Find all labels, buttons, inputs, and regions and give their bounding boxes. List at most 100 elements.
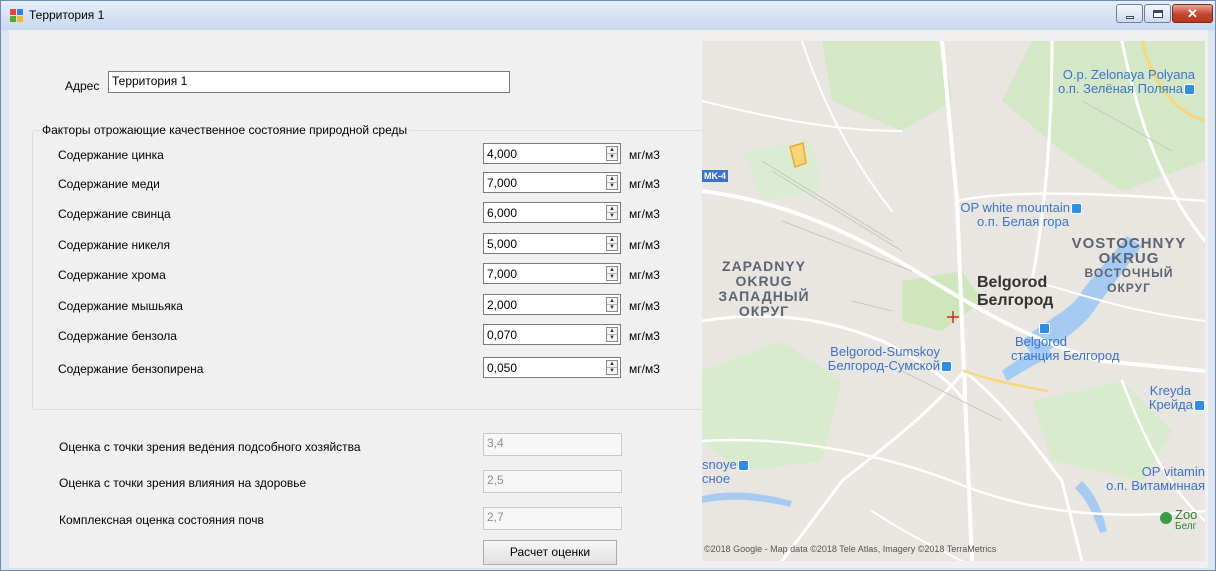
map-label-text: Belgorod: [1015, 334, 1068, 349]
factors-groupbox: Факторы отрожающие качественное состояни…: [32, 123, 704, 410]
result-field-farming[interactable]: 3,4: [483, 433, 622, 456]
map-label-text: станция Белгород: [1011, 348, 1120, 363]
map-label-text: сное: [702, 471, 731, 486]
map-label-text: о.п. Витаминная: [1106, 478, 1205, 493]
station-icon: [737, 460, 749, 472]
result-label-farming: Оценка с точки зрения ведения подсобного…: [59, 440, 361, 454]
factor-value: 7,000: [487, 267, 518, 281]
map-label-text: Belgorod: [977, 274, 1048, 291]
factor-stepper[interactable]: 4,000 ▲ ▼: [483, 143, 621, 164]
map-label-text: Belgorod-Sumskoy: [830, 344, 940, 359]
address-label: Адрес: [65, 79, 100, 93]
close-icon: ✕: [1187, 6, 1198, 21]
map-label-zapadnyy: ZAPADNYY OKRUG ЗАПАДНЫЙ ОКРУГ: [714, 259, 814, 319]
factors-group-title: Факторы отрожающие качественное состояни…: [40, 123, 410, 137]
spin-arrows-icon[interactable]: ▲ ▼: [606, 360, 618, 375]
factor-label: Содержание цинка: [58, 148, 164, 162]
map-label-sumskoy[interactable]: Belgorod-Sumskoy Белгород-Сумской: [792, 345, 952, 373]
factor-label: Содержание никеля: [58, 238, 170, 252]
factor-row-copper: Содержание меди 7,000 ▲ ▼ мг/м3: [33, 172, 703, 194]
unit-label: мг/м3: [629, 207, 660, 221]
factor-value: 6,000: [487, 206, 518, 220]
factor-label: Содержание хрома: [58, 268, 166, 282]
spin-arrows-icon[interactable]: ▲ ▼: [606, 205, 618, 220]
map-view[interactable]: MK-4 O.p. Zelonaya Polyana о.п. Зелёная …: [702, 41, 1205, 561]
factor-row-benzene: Содержание бензола 0,070 ▲ ▼ мг/м3: [33, 324, 703, 346]
result-field-health[interactable]: 2,5: [483, 470, 622, 493]
map-label-text: ОКРУГ: [1107, 281, 1151, 295]
factor-row-chromium: Содержание хрома 7,000 ▲ ▼ мг/м3: [33, 263, 703, 285]
station-icon: [1071, 203, 1082, 215]
spin-arrows-icon[interactable]: ▲ ▼: [606, 175, 618, 190]
unit-label: мг/м3: [629, 177, 660, 191]
spin-arrows-icon[interactable]: ▲ ▼: [606, 327, 618, 342]
map-label-zoo[interactable]: Zoo Белг: [1160, 508, 1197, 533]
factor-label: Содержание мышьяка: [58, 299, 183, 313]
map-label-text: Крейда: [1148, 397, 1193, 412]
factor-value: 7,000: [487, 176, 518, 190]
map-label-text: о.п. Зелёная Поляна: [1058, 81, 1183, 96]
factor-row-nickel: Содержание никеля 5,000 ▲ ▼ мг/м3: [33, 233, 703, 255]
factor-stepper[interactable]: 7,000 ▲ ▼: [483, 172, 621, 193]
map-label-text: Белгород: [977, 292, 1054, 309]
factor-row-lead: Содержание свинца 6,000 ▲ ▼ мг/м3: [33, 202, 703, 224]
factor-stepper[interactable]: 7,000 ▲ ▼: [483, 263, 621, 284]
factor-stepper[interactable]: 6,000 ▲ ▼: [483, 202, 621, 223]
unit-label: мг/м3: [629, 362, 660, 376]
factor-stepper[interactable]: 0,070 ▲ ▼: [483, 324, 621, 345]
maximize-button[interactable]: [1144, 4, 1171, 23]
factor-value: 4,000: [487, 147, 518, 161]
calculate-button[interactable]: Расчет оценки: [483, 540, 617, 565]
zoo-icon: [1160, 512, 1172, 524]
road-sign: MK-4: [702, 170, 728, 182]
map-label-text: snoye: [702, 457, 737, 472]
spin-arrows-icon[interactable]: ▲ ▼: [606, 146, 618, 161]
spin-arrows-icon[interactable]: ▲ ▼: [606, 297, 618, 312]
factor-value: 5,000: [487, 237, 518, 251]
map-label-kreyda[interactable]: Kreyda Крейда: [1115, 384, 1205, 412]
map-label-snoye[interactable]: snoye сное: [702, 458, 749, 486]
address-input[interactable]: Территория 1: [108, 71, 510, 93]
factor-row-zinc: Содержание цинка 4,000 ▲ ▼ мг/м3: [33, 143, 703, 165]
map-label-text: OP white mountain: [960, 200, 1070, 215]
map-label-text: OKRUG: [1098, 250, 1160, 267]
factor-value: 0,050: [487, 361, 518, 375]
unit-label: мг/м3: [629, 148, 660, 162]
map-label-text: ЗАПАДНЫЙ: [718, 288, 810, 304]
window-title: Территория 1: [29, 8, 105, 22]
result-field-complex[interactable]: 2,7: [483, 507, 622, 530]
map-label-station[interactable]: Belgorod станция Белгород: [1011, 321, 1119, 363]
factor-label: Содержание меди: [58, 177, 160, 191]
map-label-text: OP vitamin: [1141, 464, 1205, 479]
station-icon: [1039, 323, 1050, 335]
factor-label: Содержание свинца: [58, 207, 171, 221]
map-label-text: ОКРУГ: [738, 303, 790, 319]
map-label-vitamin[interactable]: OP vitamin о.п. Витаминная: [1065, 465, 1205, 493]
spin-arrows-icon[interactable]: ▲ ▼: [606, 266, 618, 281]
title-bar[interactable]: Территория 1 ✕: [1, 1, 1215, 30]
map-label-white-mountain[interactable]: OP white mountain о.п. Белая гора: [882, 201, 1082, 229]
station-icon: [941, 361, 952, 373]
map-label-zelonaya[interactable]: O.p. Zelonaya Polyana о.п. Зелёная Полян…: [952, 68, 1195, 96]
factor-stepper[interactable]: 2,000 ▲ ▼: [483, 294, 621, 315]
factor-value: 2,000: [487, 298, 518, 312]
map-label-text: VOSTOCHNYY: [1071, 235, 1187, 252]
unit-label: мг/м3: [629, 329, 660, 343]
factor-stepper[interactable]: 5,000 ▲ ▼: [483, 233, 621, 254]
station-icon: [1194, 400, 1205, 412]
map-label-text: O.p. Zelonaya Polyana: [1062, 67, 1195, 82]
unit-label: мг/м3: [629, 268, 660, 282]
factor-stepper[interactable]: 0,050 ▲ ▼: [483, 357, 621, 378]
unit-label: мг/м3: [629, 299, 660, 313]
minimize-button[interactable]: [1116, 4, 1143, 23]
close-button[interactable]: ✕: [1172, 4, 1213, 23]
spin-arrows-icon[interactable]: ▲ ▼: [606, 236, 618, 251]
map-copyright: ©2018 Google - Map data ©2018 Tele Atlas…: [704, 544, 997, 554]
unit-label: мг/м3: [629, 238, 660, 252]
factor-label: Содержание бензола: [58, 329, 177, 343]
factor-row-benzopyrene: Содержание бензопирена 0,050 ▲ ▼ мг/м3: [33, 357, 703, 379]
factor-label: Содержание бензопирена: [58, 362, 204, 376]
map-label-text: OKRUG: [735, 273, 793, 289]
station-icon: [1184, 84, 1195, 96]
factor-value: 0,070: [487, 328, 518, 342]
